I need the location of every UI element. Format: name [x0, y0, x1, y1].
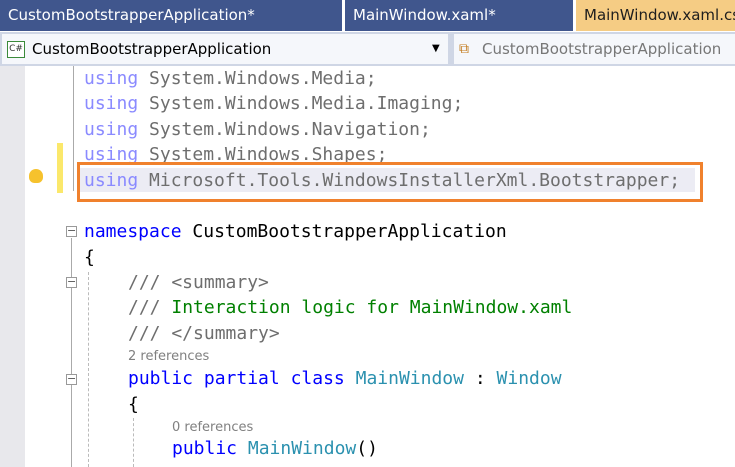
code-line-class[interactable]: public partial class MainWindow : Window: [128, 366, 562, 391]
lightbulb-icon[interactable]: [29, 169, 43, 183]
project-name: CustomBootstrapperApplication: [32, 40, 272, 58]
class-dropdown[interactable]: ⧉ CustomBootstrapperApplication: [454, 34, 735, 64]
code-line-using[interactable]: using System.Windows.Media.Imaging;: [84, 91, 463, 116]
fold-line: [71, 238, 72, 467]
editor-gutter: [0, 66, 25, 467]
code-line-brace[interactable]: {: [84, 245, 95, 270]
project-dropdown[interactable]: C# CustomBootstrapperApplication ▼: [2, 34, 448, 64]
csharp-icon: C#: [7, 41, 25, 58]
class-name: CustomBootstrapperApplication: [482, 40, 722, 58]
codelens-references[interactable]: 0 references: [172, 420, 253, 435]
indent-guide: [88, 272, 89, 467]
code-line-brace[interactable]: {: [128, 392, 139, 417]
code-line-comment[interactable]: /// Interaction logic for MainWindow.xam…: [128, 295, 572, 320]
indent-guide: [133, 418, 134, 467]
code-line-using[interactable]: using System.Windows.Navigation;: [84, 117, 431, 142]
navigation-bar: C# CustomBootstrapperApplication ▼ ⧉ Cus…: [0, 32, 735, 66]
tab-mainwindow-xaml[interactable]: MainWindow.xaml*: [345, 0, 573, 31]
change-marker: [57, 143, 63, 193]
highlight-box: [77, 162, 703, 202]
class-icon: ⧉: [459, 41, 469, 57]
code-line-using[interactable]: using System.Windows.Media;: [84, 66, 377, 91]
codelens-references[interactable]: 2 references: [128, 349, 209, 364]
code-line-namespace[interactable]: namespace CustomBootstrapperApplication: [84, 219, 507, 244]
collapse-icon[interactable]: −: [66, 276, 77, 288]
collapse-icon[interactable]: −: [66, 373, 77, 385]
code-line-constructor[interactable]: public MainWindow(): [172, 436, 378, 461]
code-line-comment[interactable]: /// </summary>: [128, 321, 280, 346]
code-line-comment[interactable]: /// <summary>: [128, 270, 269, 295]
tab-custom-bootstrapper-application[interactable]: CustomBootstrapperApplication*: [0, 0, 342, 31]
chevron-down-icon: ▼: [432, 43, 440, 54]
collapse-icon[interactable]: −: [66, 225, 77, 237]
document-tabs: CustomBootstrapperApplication* MainWindo…: [0, 0, 735, 32]
fold-line: [73, 66, 74, 191]
tab-mainwindow-xaml-cs[interactable]: MainWindow.xaml.cs: [576, 0, 735, 31]
